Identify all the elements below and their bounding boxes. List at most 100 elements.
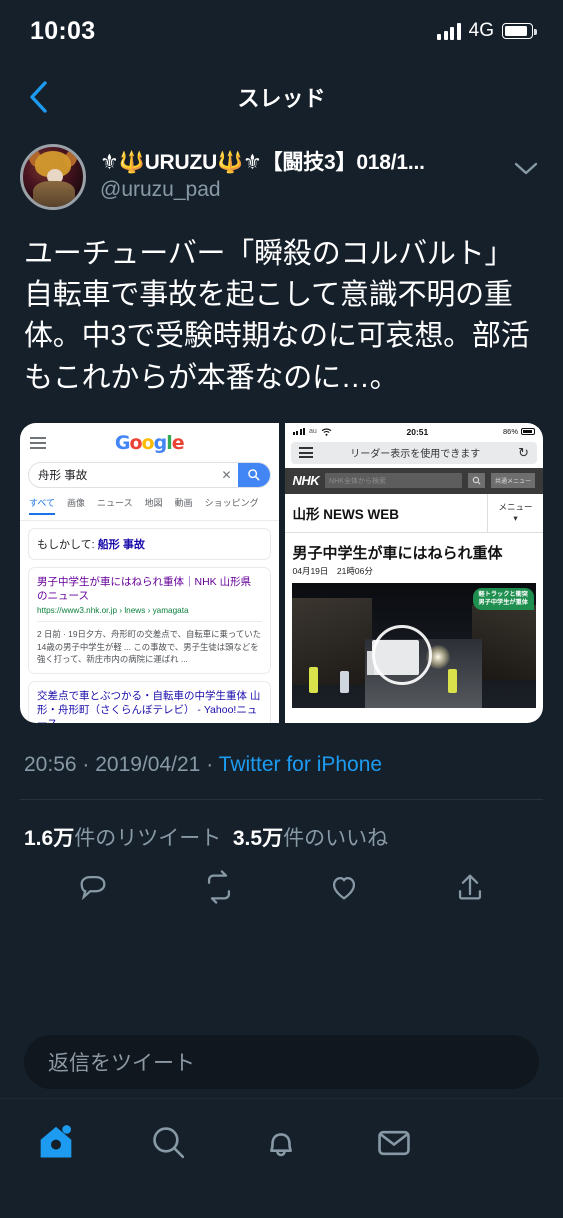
heart-icon xyxy=(333,876,356,900)
reply-action[interactable] xyxy=(76,870,110,909)
nhk-search-input[interactable]: NHK全体から検索 xyxy=(325,473,462,489)
home-badge-dot xyxy=(62,1125,72,1134)
page-title: スレッド xyxy=(237,86,326,111)
google-logo: Google xyxy=(114,431,185,454)
search-icon[interactable] xyxy=(237,462,270,487)
wifi-icon xyxy=(321,428,332,436)
result-url: https://www3.nhk.or.jp › lnews › yamagat… xyxy=(37,606,189,616)
nav-header: スレッド xyxy=(0,62,563,132)
tweet-stats: 1.6万件のリツイート 3.5万件のいいね xyxy=(20,800,543,852)
meta-separator: · xyxy=(82,752,90,776)
nhk-menu-button[interactable]: メニュー ▾ xyxy=(487,493,543,532)
google-result-2[interactable]: 交差点で車とぶつかる・自転車の中学生重体 山形・舟形町（さくらんぼテレビ） - … xyxy=(28,680,271,723)
tweet-actions xyxy=(20,852,543,909)
tweet-text: ユーチューバー「瞬殺のコルバルト」 自転車で事故を起こして意識不明の重体。中3で… xyxy=(24,238,530,394)
author-display-name[interactable]: ⚜🔱URUZU🔱⚜【闘技3】018/1... xyxy=(100,146,509,176)
back-button[interactable] xyxy=(16,75,60,119)
nhk-article-date: 04月19日 21時06分 xyxy=(292,565,373,576)
like-count[interactable]: 3.5万 xyxy=(233,827,283,850)
battery-icon xyxy=(521,428,535,436)
nhk-article-photo: 軽トラックと衝突 男子中学生が重体 xyxy=(291,582,536,708)
google-tabs[interactable]: すべて 画像 ニュース 地図 動画 ショッピング xyxy=(20,488,279,515)
retweet-label[interactable]: 件のリツイート xyxy=(74,827,221,850)
chevron-down-icon xyxy=(514,162,538,175)
like-action[interactable] xyxy=(327,870,361,909)
retweet-action[interactable] xyxy=(202,869,236,909)
tweet-source-link[interactable]: Twitter for iPhone xyxy=(219,753,382,776)
nhk-site-header: 山形 NEWS WEB メニュー ▾ xyxy=(284,493,543,533)
tab-notifications[interactable] xyxy=(225,1113,338,1173)
network-type-label: 4G xyxy=(468,20,494,41)
close-icon[interactable]: ✕ xyxy=(215,468,237,482)
battery-icon xyxy=(502,23,537,39)
result-snippet: 2 日前 · 19日夕方、舟形町の交差点で、自転車に乗っていた14歳の男子中学生… xyxy=(37,629,261,665)
google-tab-shopping[interactable]: ショッピング xyxy=(205,496,259,515)
home-icon xyxy=(40,1125,72,1158)
reload-icon[interactable]: ↻ xyxy=(518,445,529,461)
reply-placeholder: 返信をツイート xyxy=(48,1052,195,1075)
status-indicators: 4G xyxy=(437,20,537,42)
nhk-battery-percent: 86% xyxy=(502,427,518,437)
result-title[interactable]: 交差点で車とぶつかる・自転車の中学生重体 山形・舟形町（さくらんぼテレビ） - … xyxy=(37,689,262,723)
photo-caption: 軽トラックと衝突 男子中学生が重体 xyxy=(472,587,534,611)
media-image-nhk-article[interactable]: au 20:51 86% リーダー表示を使用できます ↻ NHK NHK全体から… xyxy=(284,422,544,723)
google-topbar: Google xyxy=(20,423,279,458)
bell-icon xyxy=(270,1133,293,1157)
meta-separator: · xyxy=(206,752,214,776)
google-search-field[interactable]: 舟形 事故 ✕ xyxy=(28,461,271,488)
google-did-you-mean[interactable]: もしかして: 船形 事故 xyxy=(28,527,271,560)
hamburger-icon xyxy=(30,436,46,449)
retweet-count[interactable]: 1.6万 xyxy=(24,827,74,850)
result-title[interactable]: 男子中学生が車にはねられ重体｜NHK 山形県のニュース xyxy=(37,575,262,603)
tweet-date: 2019/04/21 xyxy=(95,752,201,776)
reply-icon xyxy=(80,875,106,900)
author-names: ⚜🔱URUZU🔱⚜【闘技3】018/1... @uruzu_pad xyxy=(100,144,509,202)
reply-input[interactable]: 返信をツイート xyxy=(24,1035,539,1089)
google-tab-videos[interactable]: 動画 xyxy=(175,496,193,515)
nhk-site-title: 山形 NEWS WEB xyxy=(292,506,400,522)
nhk-article-headline: 男子中学生が車にはねられ重体 xyxy=(292,544,503,562)
like-label[interactable]: 件のいいね xyxy=(283,827,388,850)
nhk-global-header: NHK NHK全体から検索 共通メニュー xyxy=(284,467,543,494)
hamburger-icon[interactable] xyxy=(298,447,313,459)
reply-composer-bar: 返信をツイート xyxy=(0,1026,563,1098)
tweet-time: 20:56 xyxy=(24,752,77,776)
google-result-1[interactable]: 男子中学生が車にはねられ重体｜NHK 山形県のニュース https://www3… xyxy=(28,566,271,674)
nhk-status-bar: au 20:51 86% xyxy=(285,423,544,439)
google-tab-all[interactable]: すべて xyxy=(29,496,56,515)
tab-home[interactable] xyxy=(0,1113,113,1173)
author-handle[interactable]: @uruzu_pad xyxy=(100,178,509,202)
mail-icon xyxy=(378,1130,410,1156)
bottom-tab-bar xyxy=(0,1098,563,1218)
tweet-meta: 20:56 · 2019/04/21 · Twitter for iPhone xyxy=(20,723,543,777)
status-bar: 10:03 4G xyxy=(0,0,563,62)
share-action[interactable] xyxy=(453,870,487,909)
tab-search[interactable] xyxy=(113,1113,226,1173)
google-query-text: 舟形 事故 xyxy=(38,469,88,482)
google-tab-news[interactable]: ニュース xyxy=(97,496,133,515)
safari-reader-banner[interactable]: リーダー表示を使用できます ↻ xyxy=(290,441,537,464)
reader-banner-label: リーダー表示を使用できます xyxy=(350,449,481,461)
carrier-label: au xyxy=(309,428,317,436)
nhk-status-time: 20:51 xyxy=(406,426,429,437)
chevron-down-icon: ▾ xyxy=(513,513,518,524)
google-tab-maps[interactable]: 地図 xyxy=(145,496,163,515)
google-tab-images[interactable]: 画像 xyxy=(67,496,85,515)
nhk-common-menu-button[interactable]: 共通メニュー xyxy=(490,473,535,489)
retweet-icon xyxy=(207,869,230,904)
tweet-detail: ⚜🔱URUZU🔱⚜【闘技3】018/1... @uruzu_pad ユーチューバ… xyxy=(0,132,563,909)
avatar[interactable] xyxy=(20,144,86,210)
tweet-media: Google 舟形 事故 ✕ すべて 画像 ニュース 地図 動画 ショッピング xyxy=(20,422,544,723)
chevron-left-icon xyxy=(30,81,47,113)
photo-highlight-circle xyxy=(372,625,433,686)
did-you-mean-term[interactable]: 船形 事故 xyxy=(98,539,145,551)
tweet-more-button[interactable] xyxy=(509,144,543,176)
tweet-author-row: ⚜🔱URUZU🔱⚜【闘技3】018/1... @uruzu_pad xyxy=(20,132,543,210)
did-you-mean-prefix: もしかして: xyxy=(37,538,98,551)
signal-bars-icon xyxy=(437,22,461,40)
search-icon xyxy=(153,1127,185,1159)
search-icon[interactable] xyxy=(467,473,485,489)
signal-bars-icon xyxy=(292,428,305,436)
tab-messages[interactable] xyxy=(338,1113,451,1173)
media-image-google-search[interactable]: Google 舟形 事故 ✕ すべて 画像 ニュース 地図 動画 ショッピング xyxy=(20,422,279,723)
